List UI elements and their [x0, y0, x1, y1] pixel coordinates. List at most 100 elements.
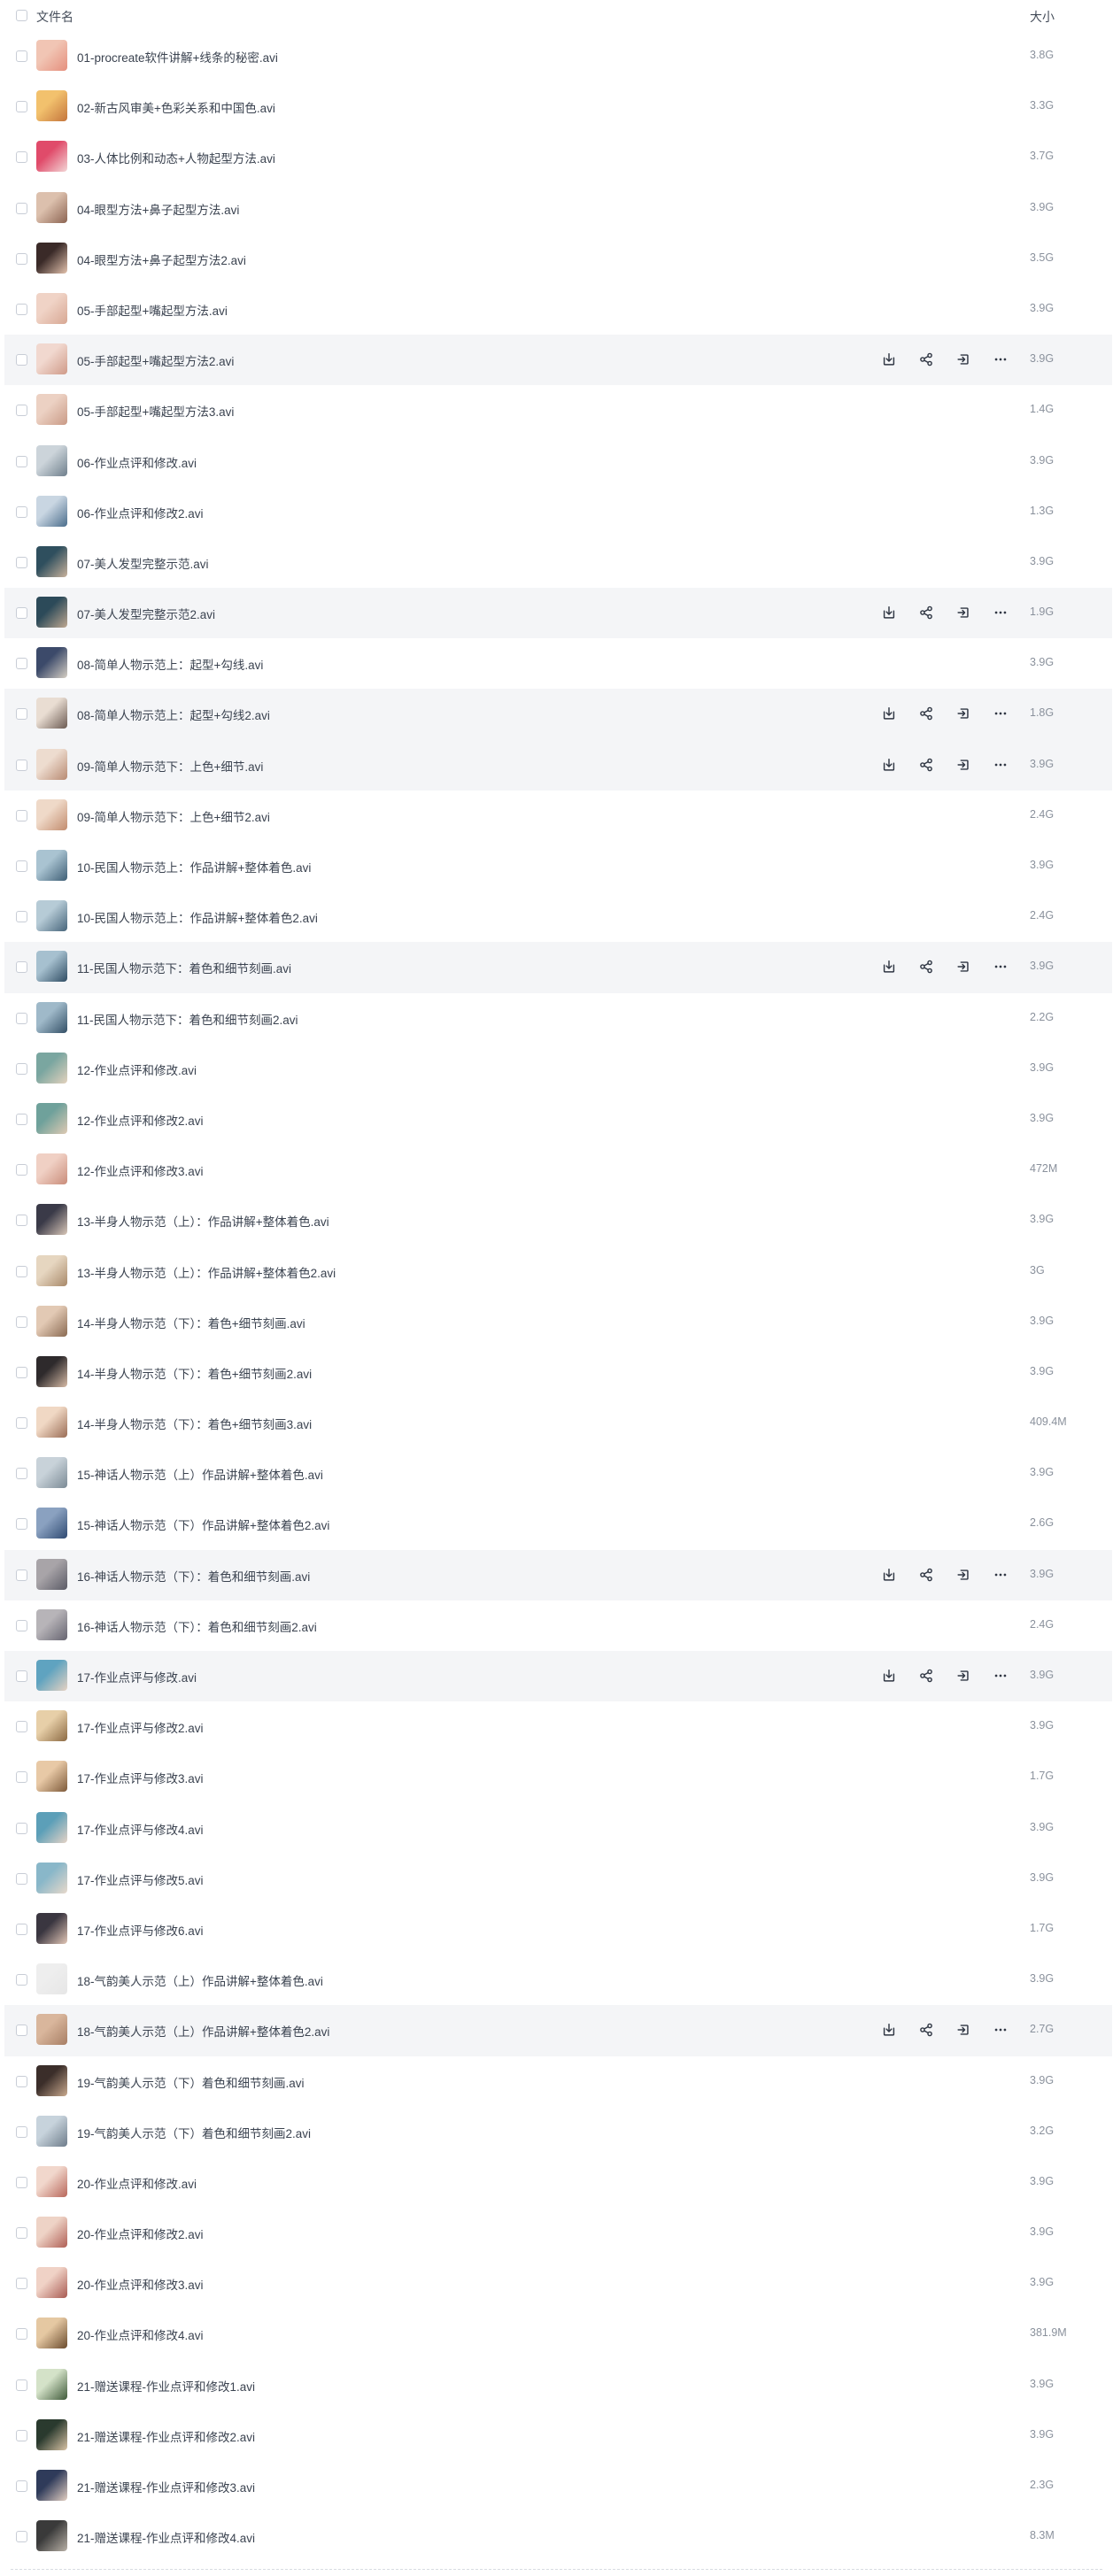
- file-checkbox[interactable]: [16, 556, 27, 568]
- file-row[interactable]: 17-作业点评与修改3.avi 1.7G: [0, 1752, 1113, 1802]
- file-checkbox[interactable]: [16, 708, 27, 721]
- file-name[interactable]: 17-作业点评与修改4.avi: [77, 1820, 204, 1838]
- file-checkbox[interactable]: [16, 1315, 27, 1328]
- file-checkbox[interactable]: [16, 809, 27, 821]
- video-thumbnail[interactable]: [36, 2217, 67, 2248]
- file-row[interactable]: 21-赠送课程-作业点评和修改2.avi 3.9G: [0, 2410, 1113, 2461]
- share-icon[interactable]: [917, 2021, 935, 2039]
- file-checkbox[interactable]: [16, 354, 27, 366]
- file-checkbox[interactable]: [16, 911, 27, 923]
- file-checkbox[interactable]: [16, 860, 27, 872]
- file-row[interactable]: 20-作业点评和修改3.avi 3.9G: [0, 2258, 1113, 2309]
- file-checkbox[interactable]: [16, 2379, 27, 2391]
- file-name[interactable]: 21-赠送课程-作业点评和修改2.avi: [77, 2427, 255, 2445]
- file-row[interactable]: 02-新古风审美+色彩关系和中国色.avi 3.3G: [0, 81, 1113, 132]
- file-row[interactable]: 21-赠送课程-作业点评和修改3.avi 2.3G: [0, 2461, 1113, 2511]
- file-row[interactable]: 15-神话人物示范（上）作品讲解+整体着色.avi 3.9G: [0, 1448, 1113, 1499]
- file-name[interactable]: 20-作业点评和修改3.avi: [77, 2275, 204, 2293]
- video-thumbnail[interactable]: [36, 1811, 67, 1843]
- video-thumbnail[interactable]: [36, 444, 67, 476]
- file-checkbox[interactable]: [16, 101, 27, 113]
- video-thumbnail[interactable]: [36, 1052, 67, 1084]
- file-name[interactable]: 05-手部起型+嘴起型方法.avi: [77, 301, 228, 319]
- file-checkbox[interactable]: [16, 50, 27, 62]
- file-name[interactable]: 10-民国人物示范上：作品讲解+整体着色2.avi: [77, 908, 318, 926]
- file-row[interactable]: 16-神话人物示范（下）：着色和细节刻画.avi 3.9G: [0, 1549, 1113, 1601]
- file-checkbox[interactable]: [16, 252, 27, 265]
- video-thumbnail[interactable]: [36, 900, 67, 932]
- file-row[interactable]: 06-作业点评和修改.avi 3.9G: [0, 436, 1113, 487]
- file-row[interactable]: 12-作业点评和修改3.avi 472M: [0, 1145, 1113, 1195]
- move-icon[interactable]: [955, 756, 972, 774]
- file-row[interactable]: 04-眼型方法+鼻子起型方法.avi 3.9G: [0, 183, 1113, 234]
- file-checkbox[interactable]: [16, 2125, 27, 2138]
- file-checkbox[interactable]: [16, 1417, 27, 1430]
- file-name[interactable]: 02-新古风审美+色彩关系和中国色.avi: [77, 98, 275, 116]
- file-row[interactable]: 05-手部起型+嘴起型方法3.avi 1.4G: [0, 385, 1113, 436]
- file-name[interactable]: 19-气韵美人示范（下）着色和细节刻画.avi: [77, 2073, 305, 2091]
- video-thumbnail[interactable]: [36, 1457, 67, 1489]
- file-row[interactable]: 05-手部起型+嘴起型方法2.avi 3.9G: [0, 335, 1113, 386]
- video-thumbnail[interactable]: [36, 2318, 67, 2349]
- file-checkbox[interactable]: [16, 1923, 27, 1935]
- file-name[interactable]: 21-赠送课程-作业点评和修改1.avi: [77, 2377, 255, 2395]
- file-name[interactable]: 17-作业点评与修改6.avi: [77, 1921, 204, 1939]
- move-icon[interactable]: [955, 351, 972, 368]
- file-row[interactable]: 14-半身人物示范（下）：着色+细节刻画3.avi 409.4M: [0, 1398, 1113, 1448]
- file-row[interactable]: 15-神话人物示范（下）作品讲解+整体着色2.avi 2.6G: [0, 1499, 1113, 1549]
- file-checkbox[interactable]: [16, 1974, 27, 1986]
- video-thumbnail[interactable]: [36, 1912, 67, 1944]
- move-icon[interactable]: [955, 1566, 972, 1584]
- file-row[interactable]: 09-简单人物示范下：上色+细节.avi 3.9G: [0, 739, 1113, 791]
- file-name[interactable]: 20-作业点评和修改4.avi: [77, 2325, 204, 2343]
- video-thumbnail[interactable]: [36, 647, 67, 679]
- file-name[interactable]: 08-简单人物示范上：起型+勾线.avi: [77, 655, 263, 673]
- file-name[interactable]: 12-作业点评和修改3.avi: [77, 1161, 204, 1179]
- file-checkbox[interactable]: [16, 1518, 27, 1531]
- file-row[interactable]: 05-手部起型+嘴起型方法.avi 3.9G: [0, 284, 1113, 335]
- file-name[interactable]: 21-赠送课程-作业点评和修改3.avi: [77, 2478, 255, 2495]
- video-thumbnail[interactable]: [36, 1204, 67, 1236]
- move-icon[interactable]: [955, 705, 972, 722]
- file-name[interactable]: 01-procreate软件讲解+线条的秘密.avi: [77, 48, 278, 66]
- file-row[interactable]: 07-美人发型完整示范.avi 3.9G: [0, 537, 1113, 588]
- file-checkbox[interactable]: [16, 2278, 27, 2290]
- file-row[interactable]: 20-作业点评和修改2.avi 3.9G: [0, 2208, 1113, 2258]
- file-name[interactable]: 08-简单人物示范上：起型+勾线2.avi: [77, 706, 270, 723]
- video-thumbnail[interactable]: [36, 394, 67, 426]
- video-thumbnail[interactable]: [36, 1558, 67, 1590]
- file-row[interactable]: 08-简单人物示范上：起型+勾线2.avi 1.8G: [0, 689, 1113, 740]
- file-checkbox[interactable]: [16, 303, 27, 315]
- download-icon[interactable]: [880, 2021, 898, 2039]
- file-row[interactable]: 21-赠送课程-作业点评和修改1.avi 3.9G: [0, 2360, 1113, 2410]
- video-thumbnail[interactable]: [36, 1001, 67, 1033]
- video-thumbnail[interactable]: [36, 1102, 67, 1134]
- column-header-name[interactable]: 文件名: [36, 8, 73, 26]
- video-thumbnail[interactable]: [36, 2368, 67, 2400]
- file-row[interactable]: 11-民国人物示范下：着色和细节刻画2.avi 2.2G: [0, 993, 1113, 1044]
- select-all-checkbox[interactable]: [16, 10, 27, 21]
- file-checkbox[interactable]: [16, 2227, 27, 2240]
- file-row[interactable]: 18-气韵美人示范（上）作品讲解+整体着色2.avi 2.7G: [0, 2005, 1113, 2056]
- video-thumbnail[interactable]: [36, 2520, 67, 2552]
- file-name[interactable]: 04-眼型方法+鼻子起型方法.avi: [77, 200, 239, 218]
- video-thumbnail[interactable]: [36, 1508, 67, 1539]
- file-row[interactable]: 10-民国人物示范上：作品讲解+整体着色2.avi 2.4G: [0, 891, 1113, 942]
- file-name[interactable]: 17-作业点评与修改2.avi: [77, 1718, 204, 1736]
- video-thumbnail[interactable]: [36, 798, 67, 830]
- file-name[interactable]: 05-手部起型+嘴起型方法3.avi: [77, 402, 234, 420]
- file-checkbox[interactable]: [16, 455, 27, 467]
- file-checkbox[interactable]: [16, 961, 27, 974]
- video-thumbnail[interactable]: [36, 698, 67, 729]
- video-thumbnail[interactable]: [36, 1710, 67, 1742]
- video-thumbnail[interactable]: [36, 242, 67, 274]
- video-thumbnail[interactable]: [36, 1608, 67, 1640]
- file-checkbox[interactable]: [16, 1215, 27, 1227]
- file-name[interactable]: 15-神话人物示范（上）作品讲解+整体着色.avi: [77, 1465, 323, 1483]
- file-name[interactable]: 03-人体比例和动态+人物起型方法.avi: [77, 149, 275, 166]
- file-name[interactable]: 14-半身人物示范（下）：着色+细节刻画.avi: [77, 1314, 305, 1331]
- file-name[interactable]: 04-眼型方法+鼻子起型方法2.avi: [77, 251, 246, 268]
- file-name[interactable]: 13-半身人物示范（上）：作品讲解+整体着色.avi: [77, 1212, 329, 1230]
- video-thumbnail[interactable]: [36, 1407, 67, 1438]
- video-thumbnail[interactable]: [36, 748, 67, 780]
